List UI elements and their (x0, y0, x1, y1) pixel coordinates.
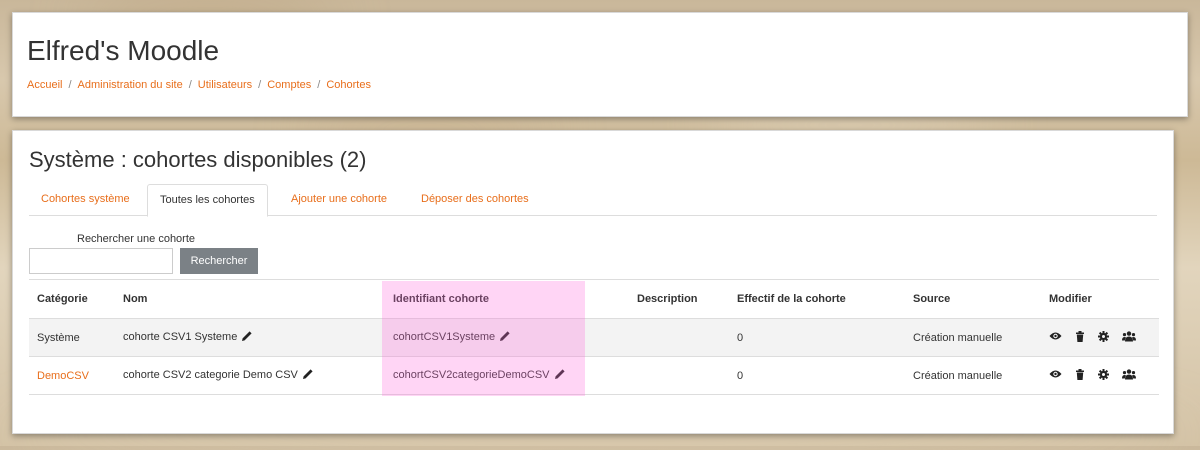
trash-icon[interactable] (1075, 330, 1085, 345)
users-icon[interactable] (1122, 368, 1137, 383)
page-title: Système : cohortes disponibles (2) (29, 147, 367, 172)
search-label: Rechercher une cohorte (77, 233, 196, 245)
col-description: Description (629, 279, 729, 319)
cohort-name: cohorte CSV1 Systeme (123, 331, 238, 343)
cohorts-table: Catégorie Nom Identifiant cohorte Descri… (29, 279, 1159, 395)
breadcrumb-users[interactable]: Utilisateurs (198, 79, 252, 91)
row-size: 0 (729, 356, 905, 395)
row-name: cohorte CSV2 categorie Demo CSV (115, 356, 385, 395)
col-size: Effectif de la cohorte (729, 279, 905, 319)
breadcrumb-cohorts[interactable]: Cohortes (326, 79, 371, 91)
tabs: Cohortes système Toutes les cohortes Ajo… (29, 184, 1157, 217)
users-icon[interactable] (1122, 330, 1137, 345)
row-category: Système (29, 318, 115, 357)
gear-icon[interactable] (1098, 330, 1110, 345)
eye-icon[interactable] (1049, 331, 1062, 344)
col-source: Source (905, 279, 1041, 319)
row-source: Création manuelle (905, 318, 1041, 357)
site-title: Elfred's Moodle (27, 35, 220, 66)
trash-icon[interactable] (1075, 368, 1085, 383)
col-name[interactable]: Nom (115, 279, 385, 319)
col-category[interactable]: Catégorie (29, 279, 115, 319)
pencil-icon[interactable] (554, 368, 566, 383)
row-idnumber: cohortCSV2categorieDemoCSV (385, 356, 629, 395)
tab-all-cohorts[interactable]: Toutes les cohortes (147, 184, 268, 217)
row-description (629, 318, 729, 357)
breadcrumb: Accueil / Administration du site / Utilisate… (27, 79, 371, 91)
pencil-icon[interactable] (499, 330, 511, 345)
tab-system-cohorts[interactable]: Cohortes système (29, 184, 142, 214)
row-description (629, 356, 729, 395)
pencil-icon[interactable] (241, 330, 253, 345)
tab-add-cohort[interactable]: Ajouter une cohorte (279, 184, 399, 214)
row-actions (1041, 356, 1159, 395)
category-link[interactable]: DemoCSV (37, 370, 89, 382)
table-row: DemoCSV cohorte CSV2 categorie Demo CSV … (29, 356, 1159, 395)
main-card: Système : cohortes disponibles (2) Cohor… (12, 130, 1174, 434)
tab-upload-cohorts[interactable]: Déposer des cohortes (409, 184, 541, 214)
search-input[interactable] (29, 248, 173, 274)
row-actions (1041, 318, 1159, 357)
cohort-idnumber: cohortCSV2categorieDemoCSV (393, 369, 550, 381)
col-idnumber[interactable]: Identifiant cohorte (385, 279, 629, 319)
eye-icon[interactable] (1049, 369, 1062, 382)
table-row: Système cohorte CSV1 Systeme cohortCSV1S… (29, 318, 1159, 357)
breadcrumb-accueil[interactable]: Accueil (27, 79, 62, 91)
row-category: DemoCSV (29, 356, 115, 395)
table-header-row: Catégorie Nom Identifiant cohorte Descri… (29, 279, 1159, 319)
breadcrumb-admin[interactable]: Administration du site (78, 79, 183, 91)
breadcrumb-accounts[interactable]: Comptes (267, 79, 311, 91)
row-size: 0 (729, 318, 905, 357)
cohort-idnumber: cohortCSV1Systeme (393, 331, 496, 343)
row-source: Création manuelle (905, 356, 1041, 395)
pencil-icon[interactable] (302, 368, 314, 383)
row-idnumber: cohortCSV1Systeme (385, 318, 629, 357)
row-name: cohorte CSV1 Systeme (115, 318, 385, 357)
gear-icon[interactable] (1098, 368, 1110, 383)
search-button[interactable]: Rechercher (180, 248, 258, 274)
header-card: Elfred's Moodle Accueil / Administration d… (12, 12, 1188, 117)
col-edit: Modifier (1041, 279, 1159, 319)
cohort-name: cohorte CSV2 categorie Demo CSV (123, 369, 298, 381)
